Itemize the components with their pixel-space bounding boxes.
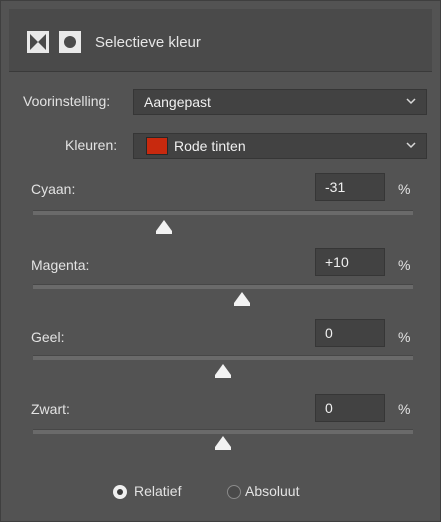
cyan-label: Cyaan: bbox=[31, 181, 76, 197]
chevron-down-icon bbox=[406, 142, 416, 149]
preset-value: Aangepast bbox=[144, 94, 211, 110]
relative-label: Relatief bbox=[134, 483, 182, 499]
yellow-value: 0 bbox=[325, 325, 333, 341]
absolute-label: Absoluut bbox=[245, 483, 300, 499]
yellow-input[interactable]: 0 bbox=[315, 319, 385, 347]
selective-color-panel: Selectieve kleur Voorinstelling: Aangepa… bbox=[0, 0, 441, 522]
magenta-slider-track[interactable] bbox=[33, 284, 413, 289]
magenta-unit: % bbox=[398, 257, 411, 273]
magenta-input[interactable]: +10 bbox=[315, 248, 385, 276]
colors-label: Kleuren: bbox=[65, 137, 118, 153]
black-slider-track[interactable] bbox=[33, 429, 413, 434]
cyan-value: -31 bbox=[325, 179, 346, 195]
yellow-label: Geel: bbox=[31, 329, 65, 345]
color-swatch bbox=[146, 137, 168, 155]
black-input[interactable]: 0 bbox=[315, 394, 385, 422]
relative-radio[interactable] bbox=[113, 485, 127, 499]
yellow-slider-thumb[interactable] bbox=[215, 364, 231, 378]
magenta-label: Magenta: bbox=[31, 257, 90, 273]
yellow-unit: % bbox=[398, 329, 411, 345]
adjustment-layer-icon[interactable] bbox=[27, 31, 49, 53]
cyan-input[interactable]: -31 bbox=[315, 173, 385, 201]
yellow-slider-track[interactable] bbox=[33, 355, 413, 360]
panel-title: Selectieve kleur bbox=[95, 34, 201, 51]
cyan-slider-thumb[interactable] bbox=[156, 220, 173, 234]
black-value: 0 bbox=[325, 400, 333, 416]
black-label: Zwart: bbox=[31, 401, 70, 417]
magenta-value: +10 bbox=[325, 254, 349, 270]
cyan-unit: % bbox=[398, 181, 411, 197]
colors-dropdown[interactable]: Rode tinten bbox=[133, 133, 427, 159]
black-slider-thumb[interactable] bbox=[215, 436, 231, 450]
magenta-slider-thumb[interactable] bbox=[234, 292, 250, 306]
panel-header: Selectieve kleur bbox=[9, 9, 432, 72]
cyan-slider-track[interactable] bbox=[33, 210, 413, 215]
colors-value: Rode tinten bbox=[174, 138, 246, 154]
mask-icon[interactable] bbox=[59, 31, 81, 53]
black-unit: % bbox=[398, 401, 411, 417]
absolute-radio[interactable] bbox=[227, 485, 241, 499]
chevron-down-icon bbox=[406, 98, 416, 105]
preset-dropdown[interactable]: Aangepast bbox=[133, 89, 427, 115]
preset-label: Voorinstelling: bbox=[23, 93, 111, 109]
